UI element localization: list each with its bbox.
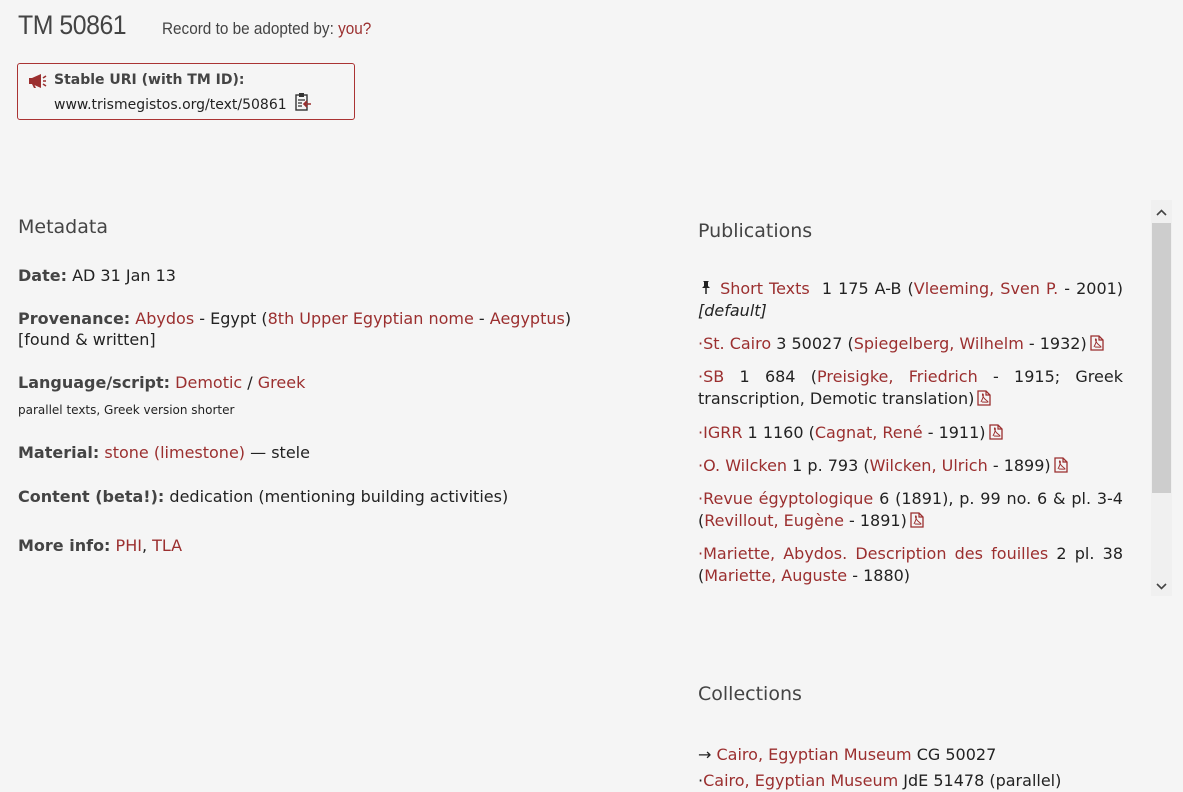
publication-author-link[interactable]: Revillout, Eugène — [704, 511, 844, 530]
language-field: Language/script: Demotic / Greek — [18, 373, 306, 392]
publication-item: Short Texts 1 175 A-B (Vleeming, Sven P.… — [698, 279, 1124, 320]
publication-ref: 6 (1891), p. 99 no. 6 & pl. 3-4 — [879, 489, 1123, 508]
pdf-icon[interactable] — [977, 390, 991, 412]
provenance-label: Provenance: — [18, 309, 131, 328]
publications-panel[interactable]: Publications Short Texts 1 175 A-B (Vlee… — [698, 200, 1173, 596]
publication-title: Revue égyptologique — [703, 489, 874, 508]
stable-uri-value: www.trismegistos.org/text/50861 — [54, 97, 287, 113]
publication-author-link[interactable]: Vleeming, Sven P. — [914, 279, 1058, 298]
pin-icon — [698, 279, 714, 298]
provenance-nome-link[interactable]: 8th Upper Egyptian nome — [268, 309, 474, 328]
collection-link[interactable]: Cairo, Egyptian Museum — [717, 745, 912, 764]
publication-item: ·St. Cairo 3 50027 (Spiegelberg, Wilhelm… — [698, 333, 1123, 357]
collection-prefix: → — [698, 745, 717, 764]
publication-item: ·Revue égyptologique 6 (1891), p. 99 no.… — [698, 488, 1123, 534]
more-info-tla-link[interactable]: TLA — [152, 536, 182, 555]
provenance-note: [found & written] — [18, 330, 156, 349]
publication-ref: 1 p. 793 — [792, 456, 859, 475]
scrollbar-thumb[interactable] — [1152, 223, 1171, 493]
pdf-icon[interactable] — [1054, 457, 1068, 479]
publication-author-link[interactable]: Cagnat, René — [815, 423, 923, 442]
language-label: Language/script: — [18, 373, 171, 392]
publication-ref: 1 175 A-B — [821, 279, 902, 298]
publication-ref: 3 50027 — [776, 334, 843, 353]
publication-ref: 1 684 — [739, 367, 796, 386]
publication-ref: 1 1160 — [747, 423, 804, 442]
material-link[interactable]: stone (limestone) — [104, 443, 245, 462]
publication-title-link[interactable]: ·IGRR — [698, 423, 742, 442]
adopt-prefix: Record to be adopted by: — [161, 19, 338, 38]
publication-title-link[interactable]: ·Mariette, Abydos. Description des fouil… — [698, 544, 1048, 563]
publication-author-link[interactable]: Wilcken, Ulrich — [870, 456, 988, 475]
pdf-icon[interactable] — [1090, 335, 1104, 357]
publication-year: - 1880) — [852, 566, 911, 585]
metadata-heading: Metadata — [18, 216, 108, 238]
pdf-icon[interactable] — [988, 424, 1003, 446]
publication-title: SB — [703, 367, 725, 386]
collection-number: CG 50027 — [916, 745, 997, 764]
publication-year: - 1899) — [992, 456, 1051, 475]
publications-heading: Publications — [698, 220, 813, 242]
publication-title: St. Cairo — [703, 334, 772, 353]
content-field: Content (beta!): dedication (mentioning … — [18, 486, 598, 507]
scroll-up-icon[interactable] — [1151, 202, 1172, 222]
material-field: Material: stone (limestone) — stele — [18, 442, 598, 463]
stable-uri-box: Stable URI (with TM ID): www.trismegisto… — [17, 63, 355, 120]
provenance-country: Egypt — [210, 309, 257, 328]
title-row: TM 50861 Record to be adopted by: you? — [18, 10, 394, 41]
publication-item: ·Mariette, Abydos. Description des fouil… — [698, 544, 1123, 585]
publication-title-link[interactable]: Short Texts — [720, 279, 810, 298]
pdf-icon[interactable] — [910, 512, 924, 534]
provenance-region-link[interactable]: Aegyptus — [490, 309, 565, 328]
content-label: Content (beta!): — [18, 487, 165, 506]
material-rest: — stele — [250, 443, 310, 462]
more-info-field: More info: PHI, TLA — [18, 536, 183, 555]
adopt-link[interactable]: you? — [338, 19, 371, 38]
collections-heading: Collections — [698, 683, 802, 705]
default-marker: [default] — [698, 301, 767, 320]
stable-uri-label: Stable URI (with TM ID): — [54, 72, 245, 88]
publication-year: - 1932) — [1028, 334, 1087, 353]
more-info-label: More info: — [18, 536, 111, 555]
collection-link[interactable]: Cairo, Egyptian Museum — [703, 771, 898, 790]
publication-title-link[interactable]: ·O. Wilcken — [698, 456, 787, 475]
scroll-down-icon[interactable] — [1151, 576, 1172, 596]
adopt-text: Record to be adopted by: you? — [162, 19, 371, 39]
provenance-place-link[interactable]: Abydos — [135, 309, 194, 328]
publication-title: O. Wilcken — [703, 456, 788, 475]
language-note: parallel texts, Greek version shorter — [18, 403, 235, 417]
publications-scrollbar[interactable] — [1151, 200, 1172, 596]
date-label: Date: — [18, 266, 67, 285]
provenance-field: Provenance: Abydos - Egypt (8th Upper Eg… — [18, 309, 572, 349]
date-field: Date: AD 31 Jan 13 — [18, 265, 598, 286]
publication-ref: 2 pl. 38 — [1056, 544, 1123, 563]
publication-year: - 1911) — [927, 423, 986, 442]
megaphone-icon — [28, 73, 47, 93]
publication-author-link[interactable]: Preisigke, Friedrich — [817, 367, 978, 386]
page-title: TM 50861 — [18, 10, 127, 40]
publication-item: ·IGRR 1 1160 (Cagnat, René - 1911) — [698, 422, 1123, 446]
publication-title-link[interactable]: ·St. Cairo — [698, 334, 771, 353]
publication-title: Mariette, Abydos. Description des fouill… — [703, 544, 1049, 563]
date-value: AD 31 Jan 13 — [72, 266, 176, 285]
publication-title: IGRR — [703, 423, 743, 442]
publication-year: - 2001) — [1064, 279, 1124, 298]
publication-title-link[interactable]: ·Revue égyptologique — [698, 489, 873, 508]
publication-title-link[interactable]: ·SB — [698, 367, 724, 386]
publication-author-link[interactable]: Spiegelberg, Wilhelm — [854, 334, 1024, 353]
content-value: dedication (mentioning building activiti… — [169, 487, 509, 506]
publication-year: - 1891) — [849, 511, 907, 530]
collection-number: JdE 51478 (parallel) — [903, 771, 1062, 790]
clipboard-icon[interactable] — [294, 92, 312, 116]
material-label: Material: — [18, 443, 100, 462]
publication-item: ·O. Wilcken 1 p. 793 (Wilcken, Ulrich - … — [698, 455, 1123, 479]
collection-item: ·Cairo, Egyptian Museum JdE 51478 (paral… — [698, 770, 1061, 792]
publication-item: ·SB 1 684 (Preisigke, Friedrich - 1915; … — [698, 366, 1123, 412]
language-demotic-link[interactable]: Demotic — [175, 373, 242, 392]
more-info-phi-link[interactable]: PHI — [116, 536, 142, 555]
collection-item: → Cairo, Egyptian Museum CG 50027 — [698, 744, 996, 766]
publication-author-link[interactable]: Mariette, Auguste — [704, 566, 847, 585]
language-greek-link[interactable]: Greek — [258, 373, 306, 392]
